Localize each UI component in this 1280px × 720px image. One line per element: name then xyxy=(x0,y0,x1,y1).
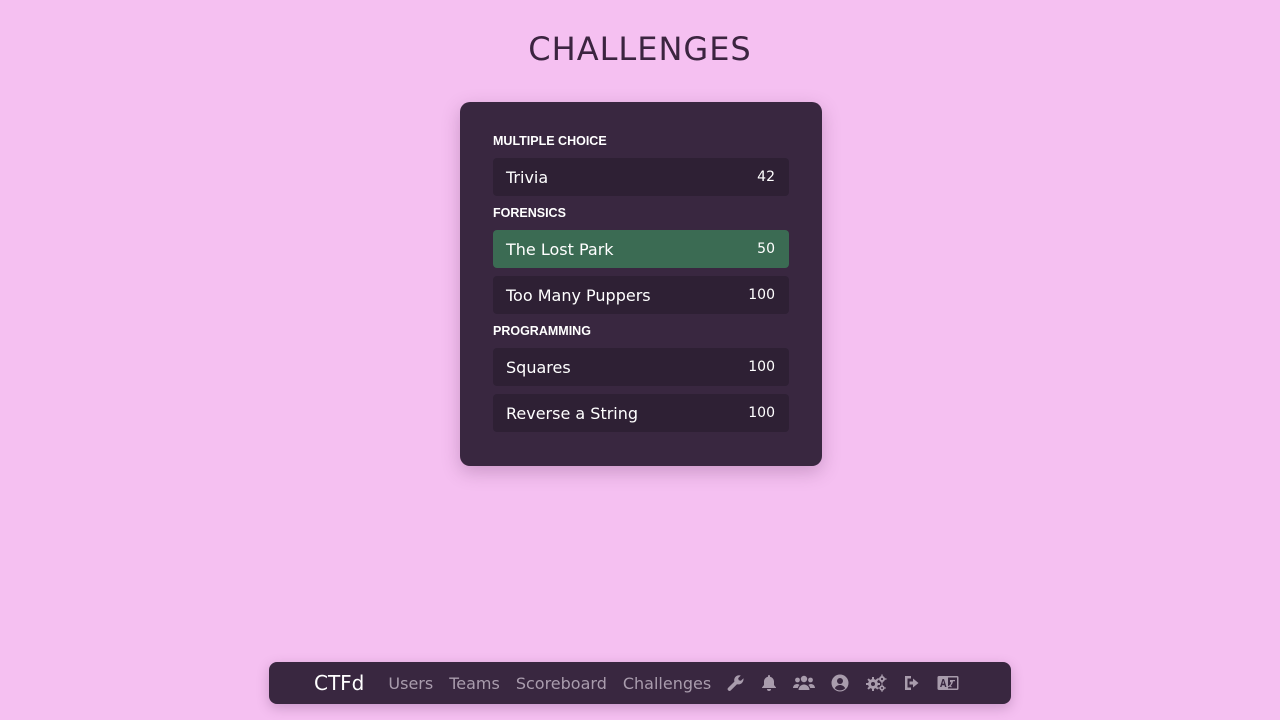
challenge-button-too-many-puppers[interactable]: Too Many Puppers 100 xyxy=(493,276,789,314)
challenge-value: 100 xyxy=(748,405,775,421)
category-label-multiple-choice: MULTIPLE CHOICE xyxy=(493,134,607,148)
challenge-name: Reverse a String xyxy=(506,403,639,423)
challenges-panel: MULTIPLE CHOICE Trivia 42 FORENSICS The … xyxy=(460,102,822,466)
challenge-button-squares[interactable]: Squares 100 xyxy=(493,348,789,386)
users-icon[interactable] xyxy=(793,673,816,693)
user-circle-icon[interactable] xyxy=(831,673,849,693)
nav-link-challenges[interactable]: Challenges xyxy=(623,674,711,693)
cogs-icon[interactable] xyxy=(865,673,887,693)
category-label-programming: PROGRAMMING xyxy=(493,324,591,338)
challenge-value: 100 xyxy=(748,359,775,375)
challenge-value: 100 xyxy=(748,287,775,303)
brand-link[interactable]: CTFd xyxy=(314,671,364,695)
nav-link-users[interactable]: Users xyxy=(388,674,433,693)
category-label-forensics: FORENSICS xyxy=(493,206,566,220)
challenge-button-trivia[interactable]: Trivia 42 xyxy=(493,158,789,196)
wrench-icon[interactable] xyxy=(727,673,745,693)
sign-out-icon[interactable] xyxy=(903,673,921,693)
bottom-navbar: CTFd Users Teams Scoreboard Challenges xyxy=(269,662,1011,704)
nav-link-teams[interactable]: Teams xyxy=(449,674,500,693)
challenge-button-the-lost-park[interactable]: The Lost Park 50 xyxy=(493,230,789,268)
bell-icon[interactable] xyxy=(761,673,777,693)
language-icon[interactable] xyxy=(937,673,959,693)
page-title: CHALLENGES xyxy=(528,30,752,68)
challenge-value: 50 xyxy=(757,241,775,257)
challenge-name: Squares xyxy=(506,357,571,377)
challenge-name: Too Many Puppers xyxy=(506,285,651,305)
nav-link-scoreboard[interactable]: Scoreboard xyxy=(516,674,607,693)
challenge-button-reverse-a-string[interactable]: Reverse a String 100 xyxy=(493,394,789,432)
challenge-name: The Lost Park xyxy=(506,239,614,259)
challenge-name: Trivia xyxy=(506,167,549,187)
challenge-value: 42 xyxy=(757,169,775,185)
